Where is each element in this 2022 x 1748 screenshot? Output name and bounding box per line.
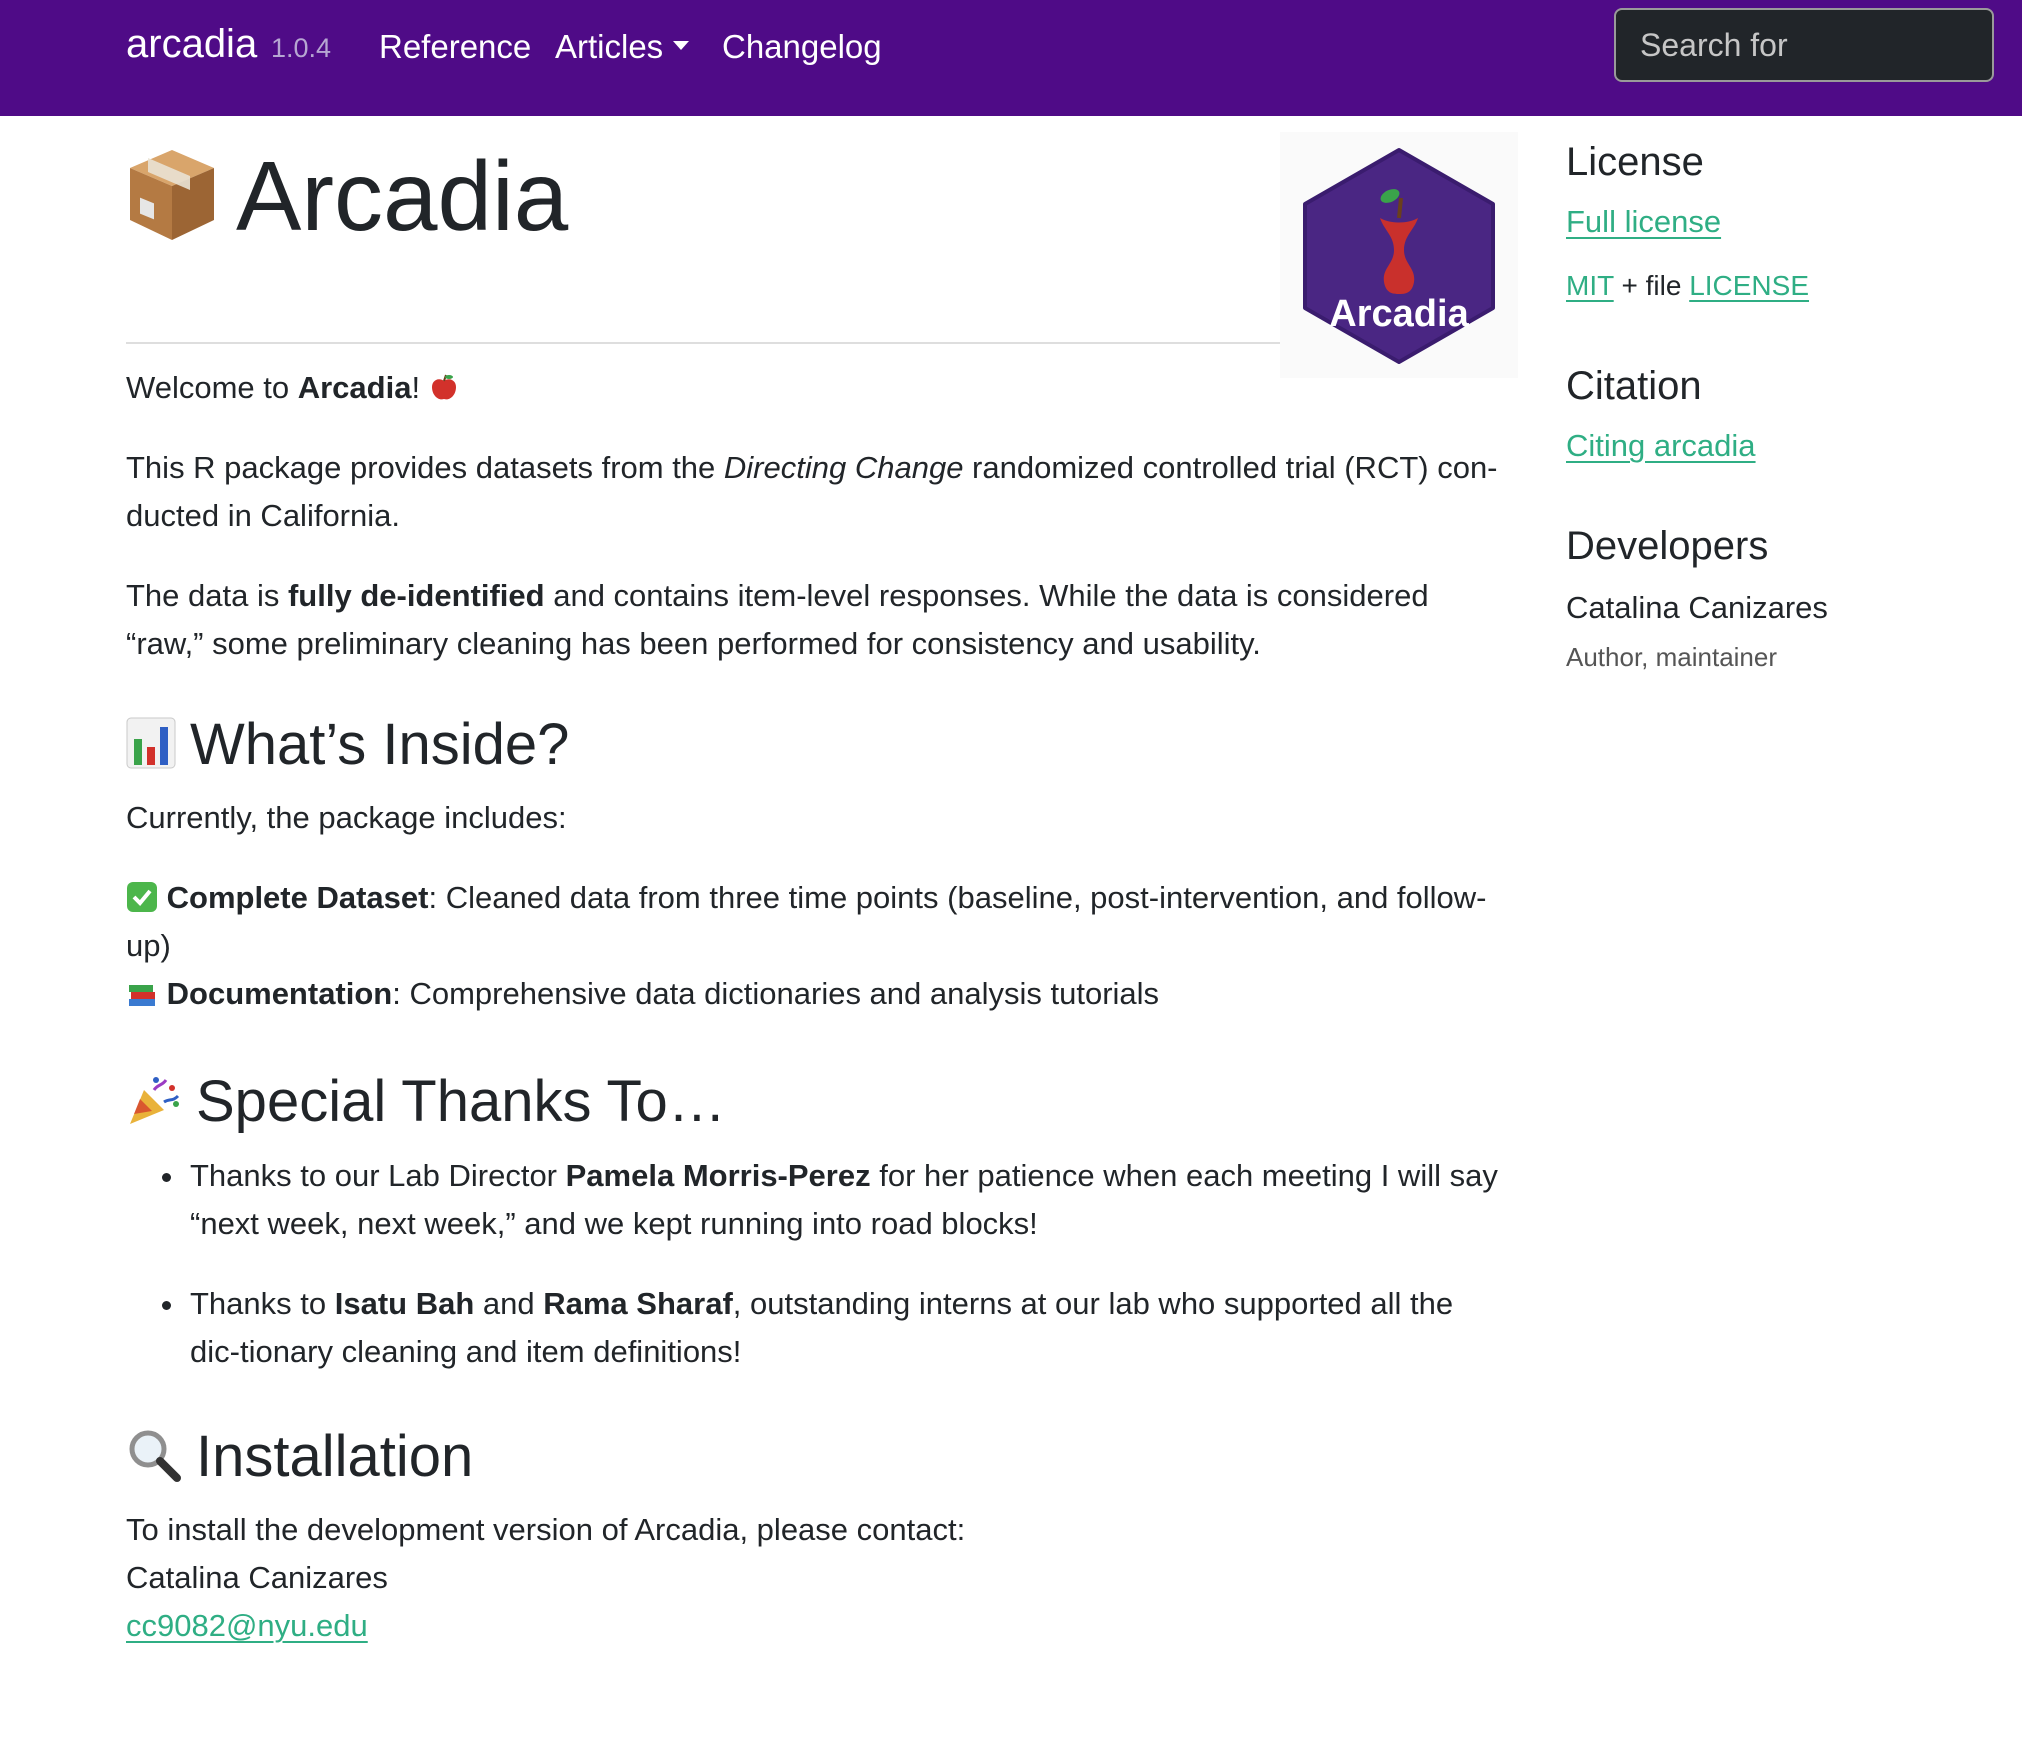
citation-heading: Citation bbox=[1566, 364, 1702, 408]
inside-item-documentation: Documentation: Comprehensive data dictio… bbox=[126, 970, 1506, 1018]
magnifying-glass-icon bbox=[129, 1430, 181, 1482]
install-line: To install the development version of Ar… bbox=[126, 1512, 966, 1547]
bullet bbox=[162, 1173, 171, 1182]
welcome-text: Welcome to Arcadia! bbox=[126, 364, 459, 412]
citing-arcadia-link[interactable]: Citing arcadia bbox=[1566, 428, 1756, 464]
nav-changelog-link[interactable]: Changelog bbox=[722, 28, 882, 66]
thanks-item-interns: Thanks to Isatu Bah and Rama Sharaf, out… bbox=[126, 1280, 1506, 1376]
page-title: Arcadia bbox=[236, 141, 569, 251]
check-mark-icon bbox=[127, 882, 157, 912]
nav-articles-label: Articles bbox=[555, 28, 664, 65]
mit-link[interactable]: MIT bbox=[1566, 270, 1614, 301]
main-content: Arcadia Arcadia Welcome to Arcadia! This… bbox=[126, 116, 1518, 1643]
contact-email-link[interactable]: cc9082@nyu.edu bbox=[126, 1608, 368, 1643]
search-input[interactable]: Search for bbox=[1614, 8, 1994, 82]
full-license-link[interactable]: Full license bbox=[1566, 204, 1721, 240]
license-info: MIT + file LICENSE bbox=[1566, 270, 1810, 301]
license-heading: License bbox=[1566, 140, 1704, 184]
inside-intro: Currently, the package includes: bbox=[126, 800, 567, 835]
title-row: Arcadia Arcadia bbox=[126, 116, 1518, 378]
developer-name: Catalina Canizares bbox=[1566, 590, 1828, 625]
version-label: 1.0.4 bbox=[271, 33, 332, 63]
data-paragraph: The data is fully de-identified and cont… bbox=[126, 578, 1429, 661]
brand-link[interactable]: arcadia bbox=[126, 22, 257, 67]
bullet bbox=[162, 1301, 171, 1310]
navbar: arcadia 1.0.4 Reference Articles Changel… bbox=[0, 0, 2022, 116]
heading-special-thanks: Special Thanks To… bbox=[126, 1067, 726, 1137]
contact-name: Catalina Canizares bbox=[126, 1560, 388, 1595]
caret-down-icon bbox=[673, 40, 690, 50]
nav-reference-link[interactable]: Reference bbox=[379, 28, 531, 66]
nav-articles-dropdown[interactable]: Articles bbox=[555, 28, 690, 66]
books-icon bbox=[129, 985, 155, 1006]
bar-chart-icon bbox=[126, 717, 176, 769]
inside-item-dataset: Complete Dataset: Cleaned data from thre… bbox=[126, 880, 1487, 963]
license-file-link[interactable]: LICENSE bbox=[1689, 270, 1809, 301]
logo-text: Arcadia bbox=[1329, 293, 1469, 335]
party-popper-icon bbox=[130, 1076, 180, 1124]
developers-heading: Developers bbox=[1566, 524, 1769, 568]
heading-whats-inside: What’s Inside? bbox=[126, 710, 569, 780]
title-divider bbox=[126, 342, 1280, 344]
heading-installation: Installation bbox=[126, 1422, 473, 1492]
install-info: To install the development version of Ar… bbox=[126, 1506, 965, 1650]
package-icon bbox=[130, 150, 214, 240]
intro-paragraph: This R package provides datasets from th… bbox=[126, 450, 1498, 533]
thanks-item-director: Thanks to our Lab Director Pamela Morris… bbox=[126, 1152, 1506, 1248]
apple-icon bbox=[431, 374, 456, 400]
inside-list: Complete Dataset: Cleaned data from thre… bbox=[126, 874, 1506, 1018]
developer-role: Author, maintainer bbox=[1566, 642, 1778, 672]
package-logo: Arcadia bbox=[1280, 132, 1518, 378]
thanks-list: Thanks to our Lab Director Pamela Morris… bbox=[126, 1152, 1506, 1376]
